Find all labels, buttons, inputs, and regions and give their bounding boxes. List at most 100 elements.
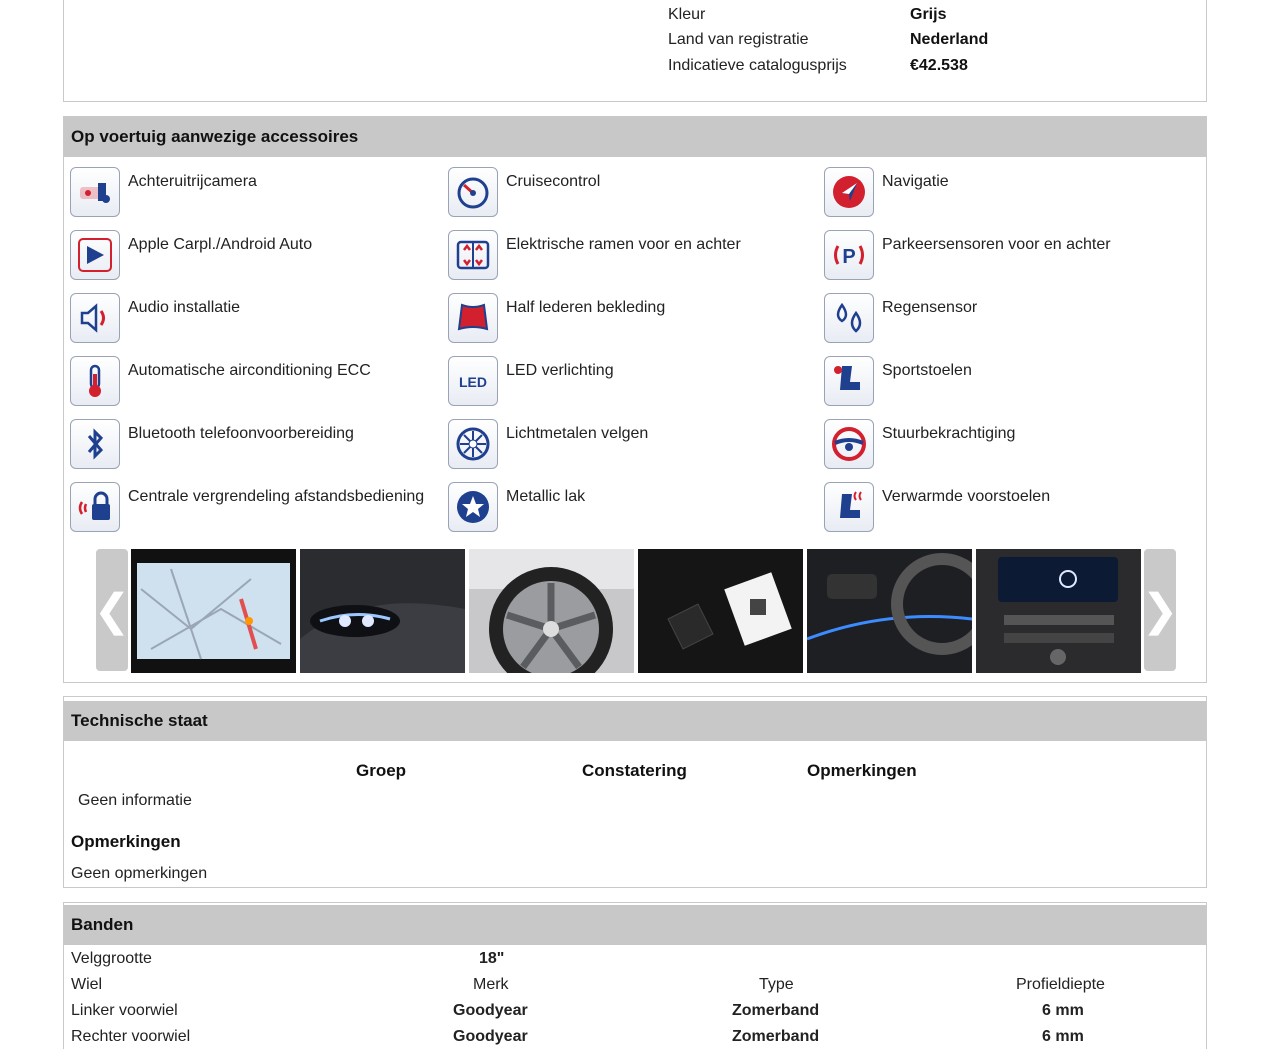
accessory-item: Sportstoelen bbox=[818, 350, 1193, 413]
header-brand: Merk bbox=[473, 976, 509, 993]
accessory-item: Lichtmetalen velgen bbox=[442, 413, 817, 476]
svg-text:LED: LED bbox=[459, 374, 487, 390]
accessory-item: Metallic lak bbox=[442, 476, 817, 539]
tyre-row-front-left: Linker voorwiel Goodyear Zomerband 6 mm bbox=[71, 998, 1201, 1024]
accessory-item: Centrale vergrendeling afstandsbediening bbox=[64, 476, 439, 539]
accessory-item: Audio installatie bbox=[64, 287, 439, 350]
vehicle-specs-panel: Kleur Grijs Land van registratie Nederla… bbox=[63, 0, 1207, 102]
navigation-icon bbox=[824, 167, 874, 217]
steering-wheel-icon bbox=[824, 419, 874, 469]
wheel-name: Linker voorwiel bbox=[71, 1002, 178, 1019]
tyre-tread: 6 mm bbox=[1042, 1028, 1084, 1045]
tyre-header-row: Wiel Merk Type Profieldiepte bbox=[71, 972, 1201, 998]
accessory-item: LED LED verlichting bbox=[442, 350, 817, 413]
spec-label: Indicatieve catalogusprijs bbox=[668, 57, 847, 74]
accessory-item: Bluetooth telefoonvoorbereiding bbox=[64, 413, 439, 476]
accessory-label: Automatische airconditioning ECC bbox=[128, 362, 371, 379]
column-header-remarks: Opmerkingen bbox=[807, 761, 917, 780]
accessory-label: Audio installatie bbox=[128, 299, 241, 316]
accessory-label: Elektrische ramen voor en achter bbox=[506, 236, 741, 253]
chevron-right-icon[interactable]: ❯ bbox=[1142, 549, 1178, 671]
accessory-label: Apple Carpl./Android Auto bbox=[128, 236, 313, 253]
photo-door-panel[interactable] bbox=[807, 549, 972, 673]
tyre-row-front-right: Rechter voorwiel Goodyear Zomerband 6 mm bbox=[71, 1024, 1201, 1050]
accessory-item: Elektrische ramen voor en achter bbox=[442, 224, 817, 287]
tyre-type: Zomerband bbox=[732, 1002, 820, 1019]
rim-size-row: Velggrootte 18" bbox=[71, 946, 1201, 972]
photo-carousel: ❮ ❯ bbox=[94, 549, 1178, 673]
accessory-item: P Parkeersensoren voor en achter bbox=[818, 224, 1193, 287]
column-header-finding: Constatering bbox=[582, 761, 687, 780]
leather-icon bbox=[448, 293, 498, 343]
no-information-text: Geen informatie bbox=[78, 792, 192, 809]
spec-label: Land van registratie bbox=[668, 31, 809, 48]
rim-size-value: 18" bbox=[479, 950, 505, 967]
alloy-wheel-icon bbox=[448, 419, 498, 469]
metallic-paint-icon bbox=[448, 482, 498, 532]
accessory-item: Regensensor bbox=[818, 287, 1193, 350]
accessories-title: Op voertuig aanwezige accessoires bbox=[64, 117, 1206, 157]
tyres-panel: Banden Velggrootte 18" Wiel Merk Type Pr… bbox=[63, 902, 1207, 1049]
accessory-label: Regensensor bbox=[882, 299, 978, 316]
accessory-item: Achteruitrijcamera bbox=[64, 161, 439, 224]
accessory-label: Parkeersensoren voor en achter bbox=[882, 236, 1111, 253]
rain-sensor-icon bbox=[824, 293, 874, 343]
accessory-item: Apple Carpl./Android Auto bbox=[64, 224, 439, 287]
speaker-icon bbox=[70, 293, 120, 343]
accessory-label: Lichtmetalen velgen bbox=[506, 425, 649, 442]
column-header-group: Groep bbox=[356, 761, 407, 780]
central-lock-icon bbox=[70, 482, 120, 532]
rim-size-label: Velggrootte bbox=[71, 950, 152, 967]
accessory-item: Cruisecontrol bbox=[442, 161, 817, 224]
header-tread: Profieldiepte bbox=[1016, 976, 1105, 993]
accessory-label: LED verlichting bbox=[506, 362, 614, 379]
tyres-title: Banden bbox=[64, 905, 1206, 945]
photo-keys[interactable] bbox=[638, 549, 803, 673]
sport-seat-icon bbox=[824, 356, 874, 406]
accessory-item: Verwarmde voorstoelen bbox=[818, 476, 1193, 539]
cruise-control-icon bbox=[448, 167, 498, 217]
tyre-brand: Goodyear bbox=[453, 1002, 528, 1019]
wheel-name: Rechter voorwiel bbox=[71, 1028, 191, 1045]
accessory-label: Sportstoelen bbox=[882, 362, 972, 379]
chevron-left-icon[interactable]: ❮ bbox=[94, 549, 130, 671]
photo-headlight[interactable] bbox=[300, 549, 465, 673]
spec-value: €42.538 bbox=[910, 57, 968, 74]
accessory-item: Automatische airconditioning ECC bbox=[64, 350, 439, 413]
accessories-panel: Op voertuig aanwezige accessoires Achter… bbox=[63, 116, 1207, 683]
photo-navigation-screen[interactable] bbox=[131, 549, 296, 673]
photo-alloy-wheel[interactable] bbox=[469, 549, 634, 673]
spec-value: Nederland bbox=[910, 31, 989, 48]
heated-seat-icon bbox=[824, 482, 874, 532]
parking-sensor-icon: P bbox=[824, 230, 874, 280]
bluetooth-icon bbox=[70, 419, 120, 469]
accessory-label: Cruisecontrol bbox=[506, 173, 601, 190]
photo-dashboard-console[interactable] bbox=[976, 549, 1141, 673]
spec-label: Kleur bbox=[668, 6, 706, 23]
accessory-item: Half lederen bekleding bbox=[442, 287, 817, 350]
led-icon: LED bbox=[448, 356, 498, 406]
accessory-label: Centrale vergrendeling afstandsbediening bbox=[128, 488, 425, 505]
reverse-camera-icon bbox=[70, 167, 120, 217]
accessory-item: Stuurbekrachtiging bbox=[818, 413, 1193, 476]
header-wheel: Wiel bbox=[71, 976, 103, 993]
accessory-label: Stuurbekrachtiging bbox=[882, 425, 1016, 442]
accessory-label: Metallic lak bbox=[506, 488, 586, 505]
accessory-item: Navigatie bbox=[818, 161, 1193, 224]
accessory-label: Verwarmde voorstoelen bbox=[882, 488, 1051, 505]
thermometer-icon bbox=[70, 356, 120, 406]
accessory-label: Navigatie bbox=[882, 173, 949, 190]
accessory-label: Achteruitrijcamera bbox=[128, 173, 257, 190]
power-windows-icon bbox=[448, 230, 498, 280]
remarks-title: Opmerkingen bbox=[71, 832, 181, 851]
svg-text:P: P bbox=[842, 246, 855, 268]
spec-value: Grijs bbox=[910, 6, 947, 23]
tyre-brand: Goodyear bbox=[453, 1028, 528, 1045]
technical-state-panel: Technische staat Groep Constatering Opme… bbox=[63, 696, 1207, 888]
technical-title: Technische staat bbox=[64, 701, 1206, 741]
carplay-icon bbox=[70, 230, 120, 280]
remarks-text: Geen opmerkingen bbox=[71, 865, 208, 882]
tyre-type: Zomerband bbox=[732, 1028, 820, 1045]
tyre-tread: 6 mm bbox=[1042, 1002, 1084, 1019]
header-type: Type bbox=[759, 976, 794, 993]
